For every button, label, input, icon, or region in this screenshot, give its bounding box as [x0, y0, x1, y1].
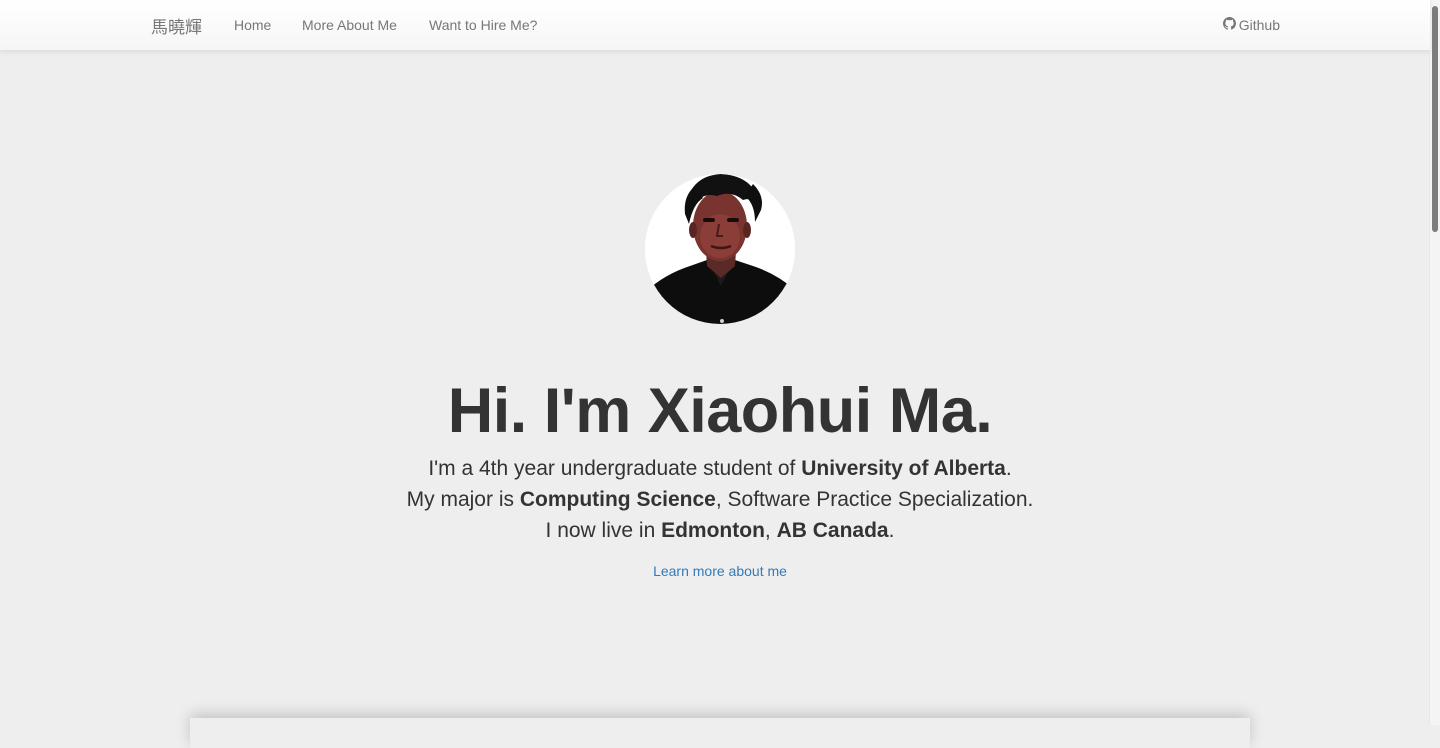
nav-link-more-about-me[interactable]: More About Me — [302, 17, 397, 33]
bio-city: Edmonton — [661, 519, 765, 542]
next-section-card-edge — [190, 718, 1250, 748]
bio-line-location: I now live in Edmonton, AB Canada. — [0, 515, 1440, 546]
brand-logo-text[interactable]: 馬曉輝 — [151, 13, 202, 38]
scrollbar-thumb[interactable] — [1432, 6, 1438, 232]
bio-text-segment: . — [1005, 457, 1012, 480]
hero-headline: Hi. I'm Xiaohui Ma. — [0, 373, 1440, 449]
headline-name: Xiaohui Ma. — [647, 376, 993, 446]
bio-line-major: My major is Computing Science, Software … — [0, 484, 1440, 515]
github-link[interactable]: Github — [1222, 17, 1280, 33]
nav-link-home[interactable]: Home — [234, 17, 271, 33]
avatar-portrait-image — [645, 174, 795, 324]
top-navbar: 馬曉輝 Home More About Me Want to Hire Me? … — [0, 0, 1430, 51]
bio-line-school: I'm a 4th year undergraduate student of … — [0, 453, 1440, 484]
bio-region: AB Canada — [776, 519, 889, 542]
avatar — [645, 174, 795, 324]
bio-text-segment: I'm a 4th year undergraduate student of — [428, 457, 802, 480]
bio-text-segment: . — [888, 519, 895, 542]
bio-text-segment: , Software Practice Specialization. — [715, 488, 1034, 511]
headline-greeting: Hi. I'm — [447, 376, 648, 446]
github-icon — [1222, 17, 1236, 33]
bio-university: University of Alberta — [801, 457, 1006, 480]
bio-text-segment: , — [764, 519, 777, 542]
learn-more-link[interactable]: Learn more about me — [0, 563, 1440, 579]
bio-major: Computing Science — [519, 488, 716, 511]
bio-text: I'm a 4th year undergraduate student of … — [0, 453, 1440, 546]
bio-text-segment: I now live in — [545, 519, 662, 542]
bio-text-segment: My major is — [406, 488, 520, 511]
page-scrollbar[interactable] — [1429, 0, 1440, 725]
nav-link-want-to-hire-me[interactable]: Want to Hire Me? — [429, 17, 537, 33]
github-label: Github — [1238, 17, 1280, 33]
